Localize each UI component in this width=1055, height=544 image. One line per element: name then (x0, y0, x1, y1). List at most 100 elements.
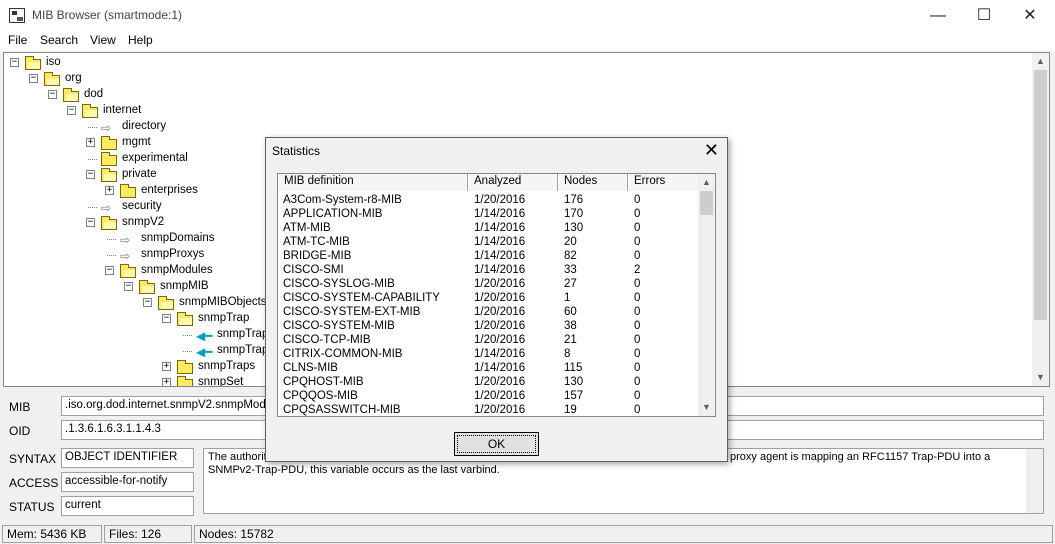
tree-node-label[interactable]: security (122, 200, 162, 212)
collapse-icon[interactable]: − (162, 314, 171, 323)
tree-node[interactable]: − iso (4, 55, 1024, 71)
column-errors[interactable]: Errors (628, 174, 699, 191)
tree-node-label[interactable]: snmpMIBObjects (179, 296, 267, 308)
scroll-thumb[interactable] (1034, 70, 1047, 320)
close-button[interactable]: ✕ (1007, 0, 1053, 31)
statistics-list[interactable]: MIB definition Analyzed Nodes Errors ▲ ▼… (277, 173, 716, 417)
cell-mib-definition: CISCO-SYSLOG-MIB (283, 278, 395, 290)
expand-icon[interactable]: + (162, 362, 171, 371)
collapse-icon[interactable]: − (29, 74, 38, 83)
list-scroll-up-icon[interactable]: ▲ (698, 174, 715, 191)
tree-node-label[interactable]: directory (122, 120, 166, 132)
tree-scrollbar[interactable]: ▲ ▼ (1032, 53, 1049, 386)
access-label: ACCESS (9, 476, 59, 490)
tree-node-label[interactable]: org (65, 72, 82, 84)
tree-node-label[interactable]: dod (84, 88, 103, 100)
table-row[interactable]: CPQQOS-MIB 1/20/2016 157 0 (278, 389, 699, 403)
collapse-icon[interactable]: − (143, 298, 152, 307)
scroll-up-icon[interactable]: ▲ (1032, 53, 1049, 70)
tree-node-label[interactable]: snmpProxys (141, 248, 204, 260)
node-arrow-icon: ⇨ (120, 233, 131, 247)
table-row[interactable]: APPLICATION-MIB 1/14/2016 170 0 (278, 207, 699, 221)
folder-icon (177, 360, 193, 374)
table-row[interactable]: CISCO-SYSLOG-MIB 1/20/2016 27 0 (278, 277, 699, 291)
open-folder-icon (101, 216, 117, 230)
folder-icon (101, 136, 117, 150)
tree-node-label[interactable]: mgmt (122, 136, 151, 148)
tree-node-label[interactable]: experimental (122, 152, 188, 164)
list-scroll-down-icon[interactable]: ▼ (698, 399, 715, 416)
tree-node-label[interactable]: enterprises (141, 184, 198, 196)
cell-nodes: 60 (564, 306, 577, 318)
collapse-icon[interactable]: − (105, 266, 114, 275)
dialog-close-icon[interactable]: ✕ (704, 140, 719, 160)
expand-icon[interactable]: + (105, 186, 114, 195)
tree-node-label[interactable]: snmpModules (141, 264, 213, 276)
tree-node[interactable]: − internet (4, 103, 1024, 119)
menu-help[interactable]: Help (128, 33, 153, 47)
table-row[interactable]: ATM-MIB 1/14/2016 130 0 (278, 221, 699, 235)
maximize-button[interactable]: ☐ (961, 0, 1007, 31)
scroll-down-icon[interactable]: ▼ (1032, 369, 1049, 386)
table-row[interactable]: CISCO-SMI 1/14/2016 33 2 (278, 263, 699, 277)
open-folder-icon (158, 296, 174, 310)
syntax-field[interactable]: OBJECT IDENTIFIER (61, 448, 194, 468)
cell-mib-definition: ATM-TC-MIB (283, 236, 350, 248)
table-row[interactable]: CISCO-SYSTEM-MIB 1/20/2016 38 0 (278, 319, 699, 333)
list-scroll-thumb[interactable] (700, 191, 713, 215)
cell-nodes: 130 (564, 222, 584, 234)
statistics-dialog: Statistics ✕ MIB definition Analyzed Nod… (265, 137, 728, 462)
menu-search[interactable]: Search (40, 33, 78, 47)
cell-analyzed: 1/14/2016 (474, 222, 526, 234)
tree-node-label[interactable]: private (122, 168, 157, 180)
table-row[interactable]: BRIDGE-MIB 1/14/2016 82 0 (278, 249, 699, 263)
column-nodes[interactable]: Nodes (558, 174, 628, 191)
access-field[interactable]: accessible-for-notify (61, 472, 194, 492)
table-row[interactable]: A3Com-System-r8-MIB 1/20/2016 176 0 (278, 193, 699, 207)
tree-node-label[interactable]: internet (103, 104, 141, 116)
column-mib-definition[interactable]: MIB definition (278, 174, 468, 191)
tree-node-label[interactable]: snmpSet (198, 376, 243, 386)
table-row[interactable]: CITRIX-COMMON-MIB 1/14/2016 8 0 (278, 347, 699, 361)
tree-node-label[interactable]: iso (46, 56, 61, 68)
tree-node-label[interactable]: snmpMIB (160, 280, 209, 292)
tree-node[interactable]: − dod (4, 87, 1024, 103)
table-row[interactable]: CISCO-TCP-MIB 1/20/2016 21 0 (278, 333, 699, 347)
collapse-icon[interactable]: − (48, 90, 57, 99)
title-bar: MIB Browser (smartmode:1) — ☐ ✕ (0, 0, 1055, 31)
expand-icon[interactable]: + (162, 378, 171, 386)
tree-node-label[interactable]: snmpTrap (198, 312, 249, 324)
minimize-button[interactable]: — (915, 0, 961, 31)
cell-mib-definition: CISCO-SYSTEM-CAPABILITY (283, 292, 440, 304)
expand-icon[interactable]: + (86, 138, 95, 147)
cell-analyzed: 1/20/2016 (474, 306, 526, 318)
tree-node-label[interactable]: snmpDomains (141, 232, 215, 244)
collapse-icon[interactable]: − (67, 106, 76, 115)
menu-view[interactable]: View (90, 33, 116, 47)
ok-button[interactable]: OK (454, 432, 539, 456)
collapse-icon[interactable]: − (86, 218, 95, 227)
table-row[interactable]: ATM-TC-MIB 1/14/2016 20 0 (278, 235, 699, 249)
table-row[interactable]: CPQSASSWITCH-MIB 1/20/2016 19 0 (278, 403, 699, 416)
table-row[interactable]: CISCO-SYSTEM-CAPABILITY 1/20/2016 1 0 (278, 291, 699, 305)
cell-analyzed: 1/20/2016 (474, 194, 526, 206)
cell-mib-definition: CITRIX-COMMON-MIB (283, 348, 403, 360)
menu-file[interactable]: File (8, 33, 27, 47)
description-scrollbar[interactable] (1026, 449, 1043, 513)
cell-mib-definition: CISCO-SYSTEM-EXT-MIB (283, 306, 421, 318)
open-folder-icon (120, 264, 136, 278)
cell-mib-definition: APPLICATION-MIB (283, 208, 383, 220)
collapse-icon[interactable]: − (86, 170, 95, 179)
table-row[interactable]: CPQHOST-MIB 1/20/2016 130 0 (278, 375, 699, 389)
tree-node-label[interactable]: snmpV2 (122, 216, 164, 228)
tree-node-label[interactable]: snmpTraps (198, 360, 255, 372)
list-scrollbar[interactable]: ▲ ▼ (698, 174, 715, 416)
tree-node[interactable]: ⇨ directory (4, 119, 1024, 135)
status-field[interactable]: current (61, 496, 194, 516)
collapse-icon[interactable]: − (10, 58, 19, 67)
collapse-icon[interactable]: − (124, 282, 133, 291)
table-row[interactable]: CISCO-SYSTEM-EXT-MIB 1/20/2016 60 0 (278, 305, 699, 319)
tree-node[interactable]: − org (4, 71, 1024, 87)
table-row[interactable]: CLNS-MIB 1/14/2016 115 0 (278, 361, 699, 375)
column-analyzed[interactable]: Analyzed (468, 174, 558, 191)
